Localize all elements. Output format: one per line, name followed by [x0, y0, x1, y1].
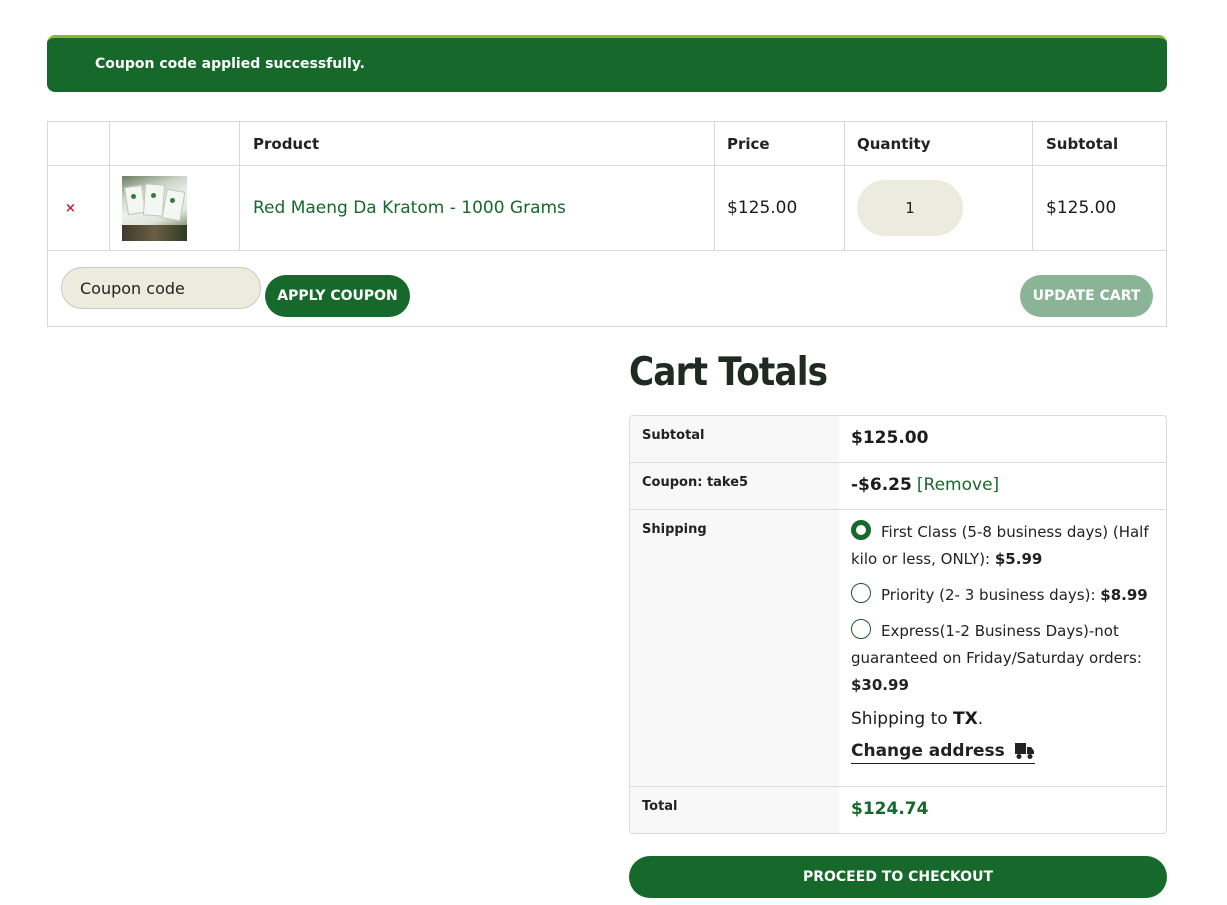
shipping-state: TX	[953, 709, 978, 729]
shipping-option-price: $30.99	[851, 676, 909, 694]
item-subtotal: $125.00	[1046, 198, 1116, 218]
change-address-label: Change address	[851, 741, 1005, 761]
totals-row-coupon: Coupon: take5 -$6.25 [Remove]	[630, 463, 1166, 510]
cart-table: Product Price Quantity Subtotal × Red Ma…	[47, 121, 1167, 327]
radio-icon[interactable]	[851, 583, 871, 603]
table-row: × Red Maeng Da Kratom - 1000 Grams $125.…	[48, 166, 1166, 251]
notice-message: Coupon code applied successfully.	[95, 56, 365, 72]
change-address-link[interactable]: Change address	[851, 741, 1035, 764]
header-product: Product	[240, 122, 715, 165]
header-remove	[48, 122, 110, 165]
thumbnail-cell	[110, 166, 240, 250]
shipping-option-text: Priority (2- 3 business days):	[881, 586, 1100, 604]
remove-coupon-link[interactable]: [Remove]	[917, 475, 999, 495]
totals-row-shipping: Shipping First Class (5-8 business days)…	[630, 510, 1166, 787]
close-icon[interactable]: ×	[65, 201, 92, 216]
subtotal-cell: $125.00	[1033, 166, 1166, 250]
coupon-value: -$6.25	[851, 475, 912, 495]
cart-totals-table: Subtotal $125.00 Coupon: take5 -$6.25 [R…	[629, 415, 1167, 834]
shipping-label: Shipping	[630, 510, 839, 786]
cart-totals-title: Cart Totals	[629, 350, 827, 395]
shipping-option-priority[interactable]: Priority (2- 3 business days): $8.99	[851, 582, 1166, 609]
totals-row-total: Total $124.74	[630, 787, 1166, 834]
quantity-input[interactable]: 1	[857, 180, 963, 236]
header-quantity: Quantity	[845, 122, 1033, 165]
quantity-cell: 1	[845, 166, 1033, 250]
subtotal-label: Subtotal	[630, 416, 839, 462]
truck-icon	[1015, 742, 1035, 760]
totals-row-subtotal: Subtotal $125.00	[630, 416, 1166, 463]
header-subtotal: Subtotal	[1033, 122, 1166, 165]
proceed-to-checkout-button[interactable]: PROCEED TO CHECKOUT	[629, 856, 1167, 898]
success-notice: Coupon code applied successfully.	[47, 35, 1167, 92]
header-price: Price	[715, 122, 845, 165]
shipping-option-price: $8.99	[1100, 586, 1147, 604]
coupon-input[interactable]: Coupon code	[61, 267, 261, 309]
shipping-option-express[interactable]: Express(1-2 Business Days)-not guarantee…	[851, 618, 1166, 699]
cart-table-header: Product Price Quantity Subtotal	[48, 122, 1166, 166]
total-value: $124.74	[851, 799, 928, 819]
total-label: Total	[630, 787, 839, 834]
apply-coupon-button[interactable]: APPLY COUPON	[265, 275, 410, 317]
shipping-option-price: $5.99	[995, 550, 1042, 568]
shipping-option-text: Express(1-2 Business Days)-not guarantee…	[851, 622, 1142, 667]
product-thumbnail[interactable]	[122, 176, 187, 241]
shipping-option-first-class[interactable]: First Class (5-8 business days) (Half ki…	[851, 519, 1166, 573]
product-link[interactable]: Red Maeng Da Kratom - 1000 Grams	[253, 198, 566, 218]
product-cell: Red Maeng Da Kratom - 1000 Grams	[240, 166, 715, 250]
update-cart-button[interactable]: UPDATE CART	[1020, 275, 1153, 317]
shipping-destination: Shipping to TX.	[851, 709, 1166, 729]
cart-actions: Coupon code APPLY COUPON UPDATE CART	[48, 251, 1166, 327]
coupon-label: Coupon: take5	[630, 463, 839, 509]
price-cell: $125.00	[715, 166, 845, 250]
header-thumbnail	[110, 122, 240, 165]
subtotal-value: $125.00	[851, 428, 928, 448]
item-price: $125.00	[727, 198, 797, 218]
remove-cell: ×	[48, 166, 110, 250]
